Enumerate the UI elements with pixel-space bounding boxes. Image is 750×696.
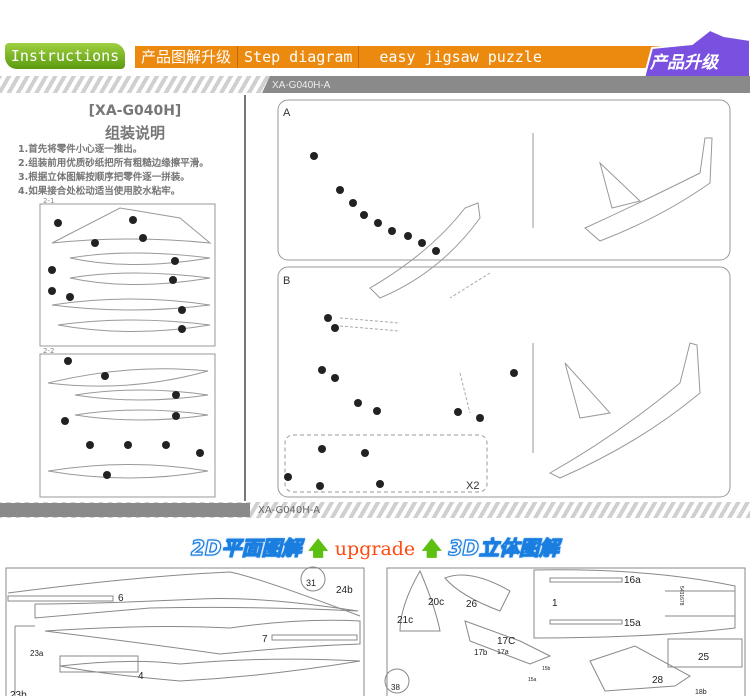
part-1: 1 [552,598,558,609]
part-21c: 21c [397,615,413,626]
panel-b-label: B [283,275,290,287]
header-segment-puzzle: easy jigsaw puzzle [379,48,542,66]
part-15a: 15a [624,618,641,629]
bottom-parts: 6 31 24b 7 23a 4 23b 20c 26 16a 1 21c 15… [5,566,746,696]
diagram-area: A B X2 [39,95,731,501]
bottom-band [0,503,250,517]
part-38: 38 [391,683,400,692]
part-15a-small: 15a [528,677,537,683]
model-code: XA-G040H-A [272,80,331,91]
part-24b: 24b [336,585,353,596]
upgrade-text: upgrade [334,538,416,560]
part-17a: 17a [497,649,509,656]
part-31: 31 [306,578,316,588]
part-25: 25 [698,652,710,663]
part-23a: 23a [30,649,44,658]
panel-a-label: A [283,107,291,119]
part-16a: 16a [624,575,641,586]
instructions-tab[interactable]: Instructions [5,43,125,69]
title-band [262,76,750,93]
part-17c: 17C [497,636,515,647]
header-segment-cn: 产品图解升级 [135,46,239,68]
svg-text:产品升级: 产品升级 [649,53,720,72]
part-4: 4 [138,671,144,682]
upgrade-2d: 2D平面图解 [190,535,302,560]
part-17b: 17b [474,648,488,657]
multiplier-label: X2 [466,480,479,492]
part-7: 7 [262,634,268,645]
model-code-bottom: XA-G040H-A [258,505,321,516]
header-bar: 产品图解升级 Step diagram easy jigsaw puzzle [135,46,715,68]
part-23b: 23b [10,690,27,696]
up-arrow-icon: 🡅 [421,536,443,560]
up-arrow-icon: 🡅 [307,536,329,560]
part-15b: 15b [542,666,551,672]
part-28: 28 [652,675,664,686]
header-segment-step: Step diagram [238,46,360,68]
stack-numbers: 5431678 [678,586,684,606]
upgrade-3d: 3D立体图解 [448,535,560,560]
upgrade-logo: 产品升级 [642,30,750,79]
part-26: 26 [466,599,478,610]
part-6: 6 [118,593,124,604]
part-18b: 18b [695,689,707,696]
upgrade-banner: 2D平面图解 🡅 upgrade 🡅 3D立体图解 [0,532,750,568]
part-20c: 20c [428,597,444,608]
